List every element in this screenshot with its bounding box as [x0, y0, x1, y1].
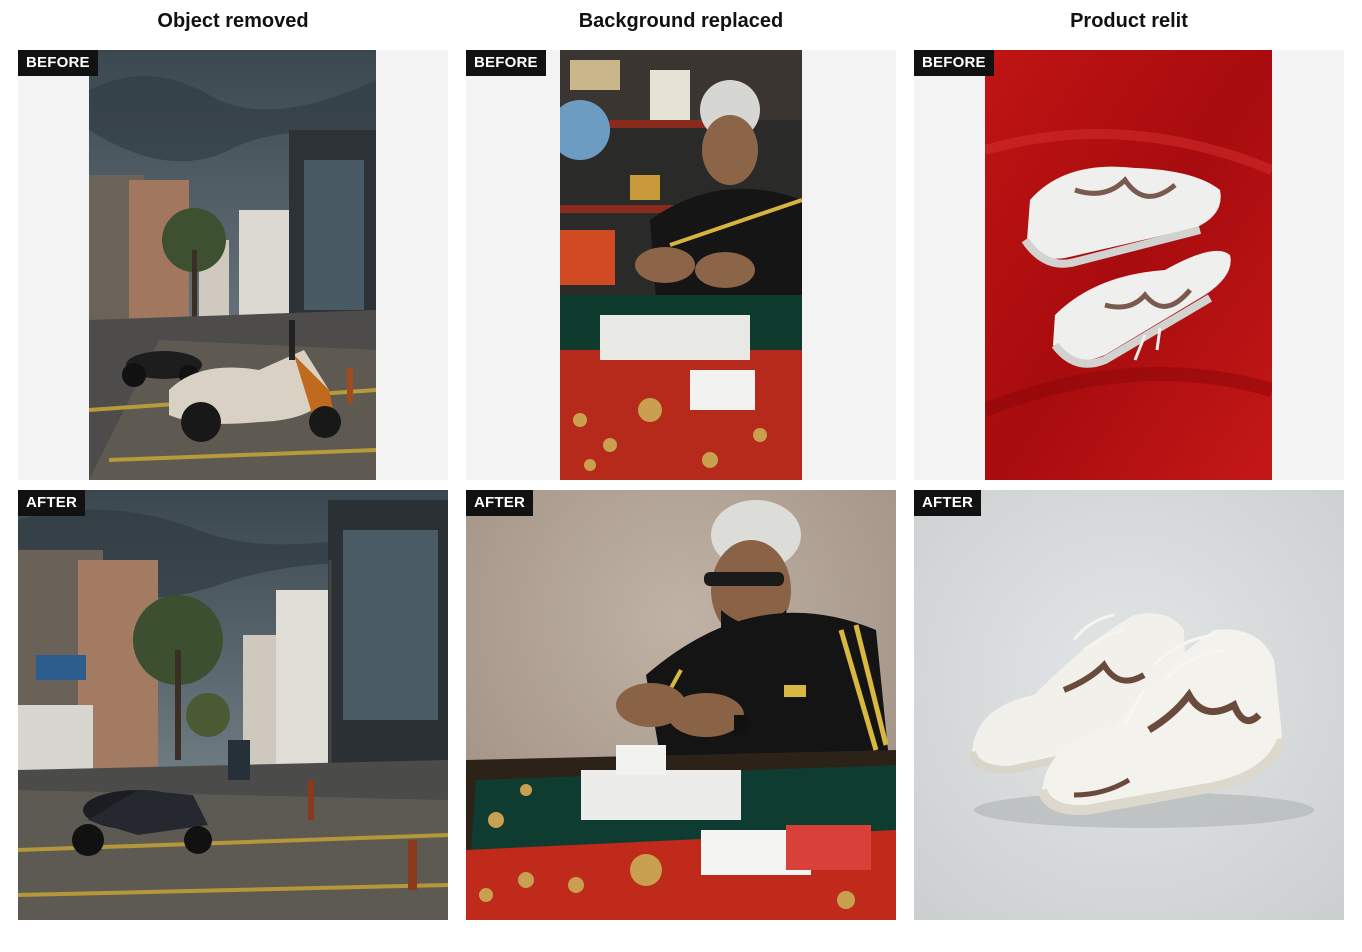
before-label: BEFORE [466, 50, 546, 76]
after-cell-background-replaced: AFTER [466, 490, 896, 920]
after-label: AFTER [18, 490, 85, 516]
column-title-background-replaced: Background replaced [578, 10, 784, 32]
street-with-one-scooter-photo [18, 490, 448, 920]
column-title-product-relit: Product relit [1070, 10, 1188, 32]
man-in-cluttered-shop-photo [560, 50, 802, 480]
before-label: BEFORE [18, 50, 98, 76]
before-label: BEFORE [914, 50, 994, 76]
after-cell-object-removed: AFTER [18, 490, 448, 920]
column-title-object-removed: Object removed [157, 10, 309, 32]
sneakers-on-red-satin-photo [985, 50, 1272, 480]
sneakers-on-grey-backdrop-photo [914, 490, 1344, 920]
street-with-two-scooters-photo [89, 50, 376, 480]
man-plain-beige-background-photo [466, 490, 896, 920]
before-cell-background-replaced: BEFORE [466, 50, 896, 480]
after-label: AFTER [466, 490, 533, 516]
before-cell-product-relit: BEFORE [914, 50, 1344, 480]
before-cell-object-removed: BEFORE [18, 50, 448, 480]
after-label: AFTER [914, 490, 981, 516]
after-cell-product-relit: AFTER [914, 490, 1344, 920]
